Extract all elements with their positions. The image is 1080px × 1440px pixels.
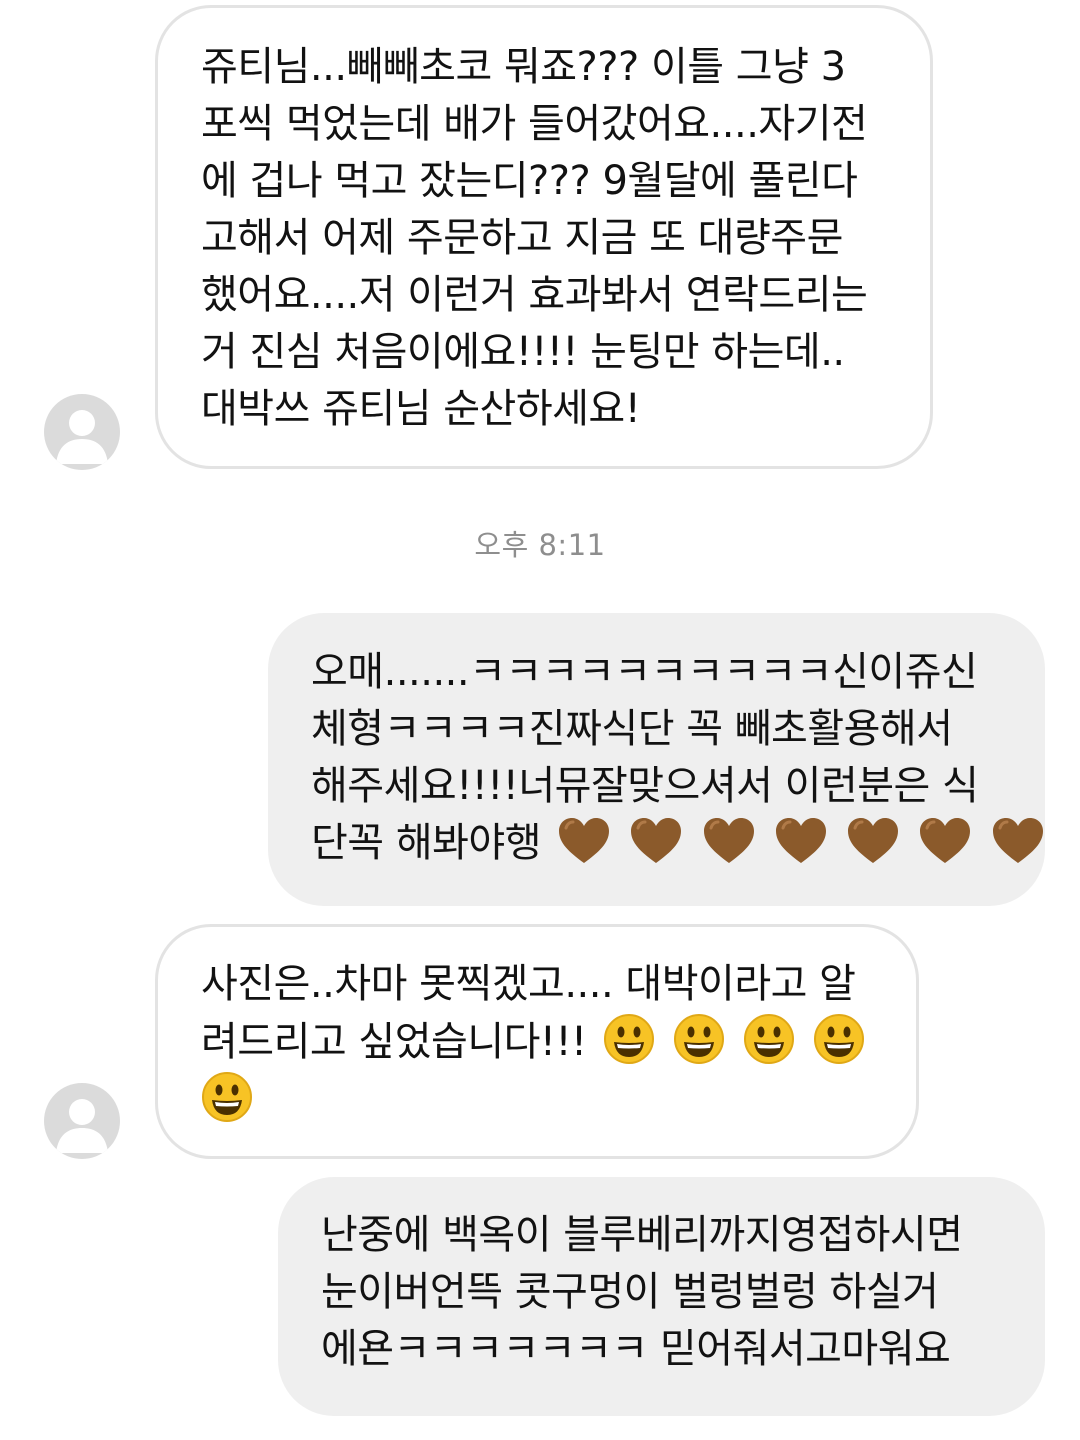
heart-emoji-row xyxy=(545,818,1045,866)
message-line: 사진은..차마 못찍겠고.... 대박이라고 알 xyxy=(201,961,856,1007)
message-line: 체형ㅋㅋㅋㅋ진짜식단 꼭 빼초활용해서 xyxy=(311,706,953,752)
sender-avatar[interactable] xyxy=(44,394,120,470)
message-line: 대박쓰 쥬티님 순산하세요! xyxy=(201,386,641,432)
brown-heart-icon xyxy=(918,816,972,866)
message-line-with-emoji: 단꼭 해봐야행 xyxy=(311,815,1045,872)
message-line: 포씩 먹었는데 배가 들어갔어요....자기전 xyxy=(201,101,868,147)
message-line: 에욘ㅋㅋㅋㅋㅋㅋㅋ 믿어줘서고마워요 xyxy=(321,1326,951,1372)
grinning-face-icon xyxy=(743,1013,795,1065)
sender-avatar[interactable] xyxy=(44,1083,120,1159)
incoming-message-bubble[interactable]: 쥬티님...빼빼초코 뭐죠??? 이틀 그냥 3 포씩 먹었는데 배가 들어갔어… xyxy=(155,5,933,469)
brown-heart-icon xyxy=(846,816,900,866)
message-line: 쥬티님...빼빼초코 뭐죠??? 이틀 그냥 3 xyxy=(201,44,846,90)
message-line: 고해서 어제 주문하고 지금 또 대량주문 xyxy=(201,215,843,261)
message-line: 거 진심 처음이에요!!!! 눈팅만 하는데.. xyxy=(201,329,845,375)
outgoing-message-bubble[interactable]: 난중에 백옥이 블루베리까지영접하시면 눈이버언뜩 콧구멍이 벌렁벌렁 하실거 … xyxy=(278,1177,1045,1416)
message-line: 했어요....저 이런거 효과봐서 연락드리는 xyxy=(201,272,868,318)
message-line: 단꼭 해봐야행 xyxy=(311,820,542,866)
emoji-line xyxy=(201,1071,916,1129)
grinning-face-icon xyxy=(603,1013,655,1065)
message-timestamp: 오후 8:11 xyxy=(474,528,606,562)
grinning-face-icon xyxy=(201,1071,253,1123)
brown-heart-icon xyxy=(629,816,683,866)
brown-heart-icon xyxy=(774,816,828,866)
person-icon xyxy=(56,1099,108,1153)
message-line: 에 겁나 먹고 잤는디??? 9월달에 풀린다 xyxy=(201,158,858,204)
outgoing-message-bubble[interactable]: 오매.......ㅋㅋㅋㅋㅋㅋㅋㅋㅋㅋ신이쥬신 체형ㅋㅋㅋㅋ진짜식단 꼭 빼초활… xyxy=(268,613,1045,906)
grinning-face-icon xyxy=(673,1013,725,1065)
message-line: 려드리고 싶었습니다!!! xyxy=(201,1019,587,1065)
message-line: 오매.......ㅋㅋㅋㅋㅋㅋㅋㅋㅋㅋ신이쥬신 xyxy=(311,649,978,695)
smiley-emoji-row xyxy=(591,1014,866,1065)
brown-heart-icon xyxy=(557,816,611,866)
incoming-message-bubble[interactable]: 사진은..차마 못찍겠고.... 대박이라고 알 려드리고 싶었습니다!!! xyxy=(155,924,919,1159)
message-line: 눈이버언뜩 콧구멍이 벌렁벌렁 하실거 xyxy=(321,1269,939,1315)
message-line-with-emoji: 려드리고 싶었습니다!!! xyxy=(201,1013,916,1071)
person-icon xyxy=(56,410,108,464)
brown-heart-icon xyxy=(991,816,1045,866)
brown-heart-icon xyxy=(702,816,756,866)
message-line: 난중에 백옥이 블루베리까지영접하시면 xyxy=(321,1212,963,1258)
message-line: 해주세요!!!!너뮤잘맞으셔서 이런분은 식 xyxy=(311,763,979,809)
grinning-face-icon xyxy=(813,1013,865,1065)
